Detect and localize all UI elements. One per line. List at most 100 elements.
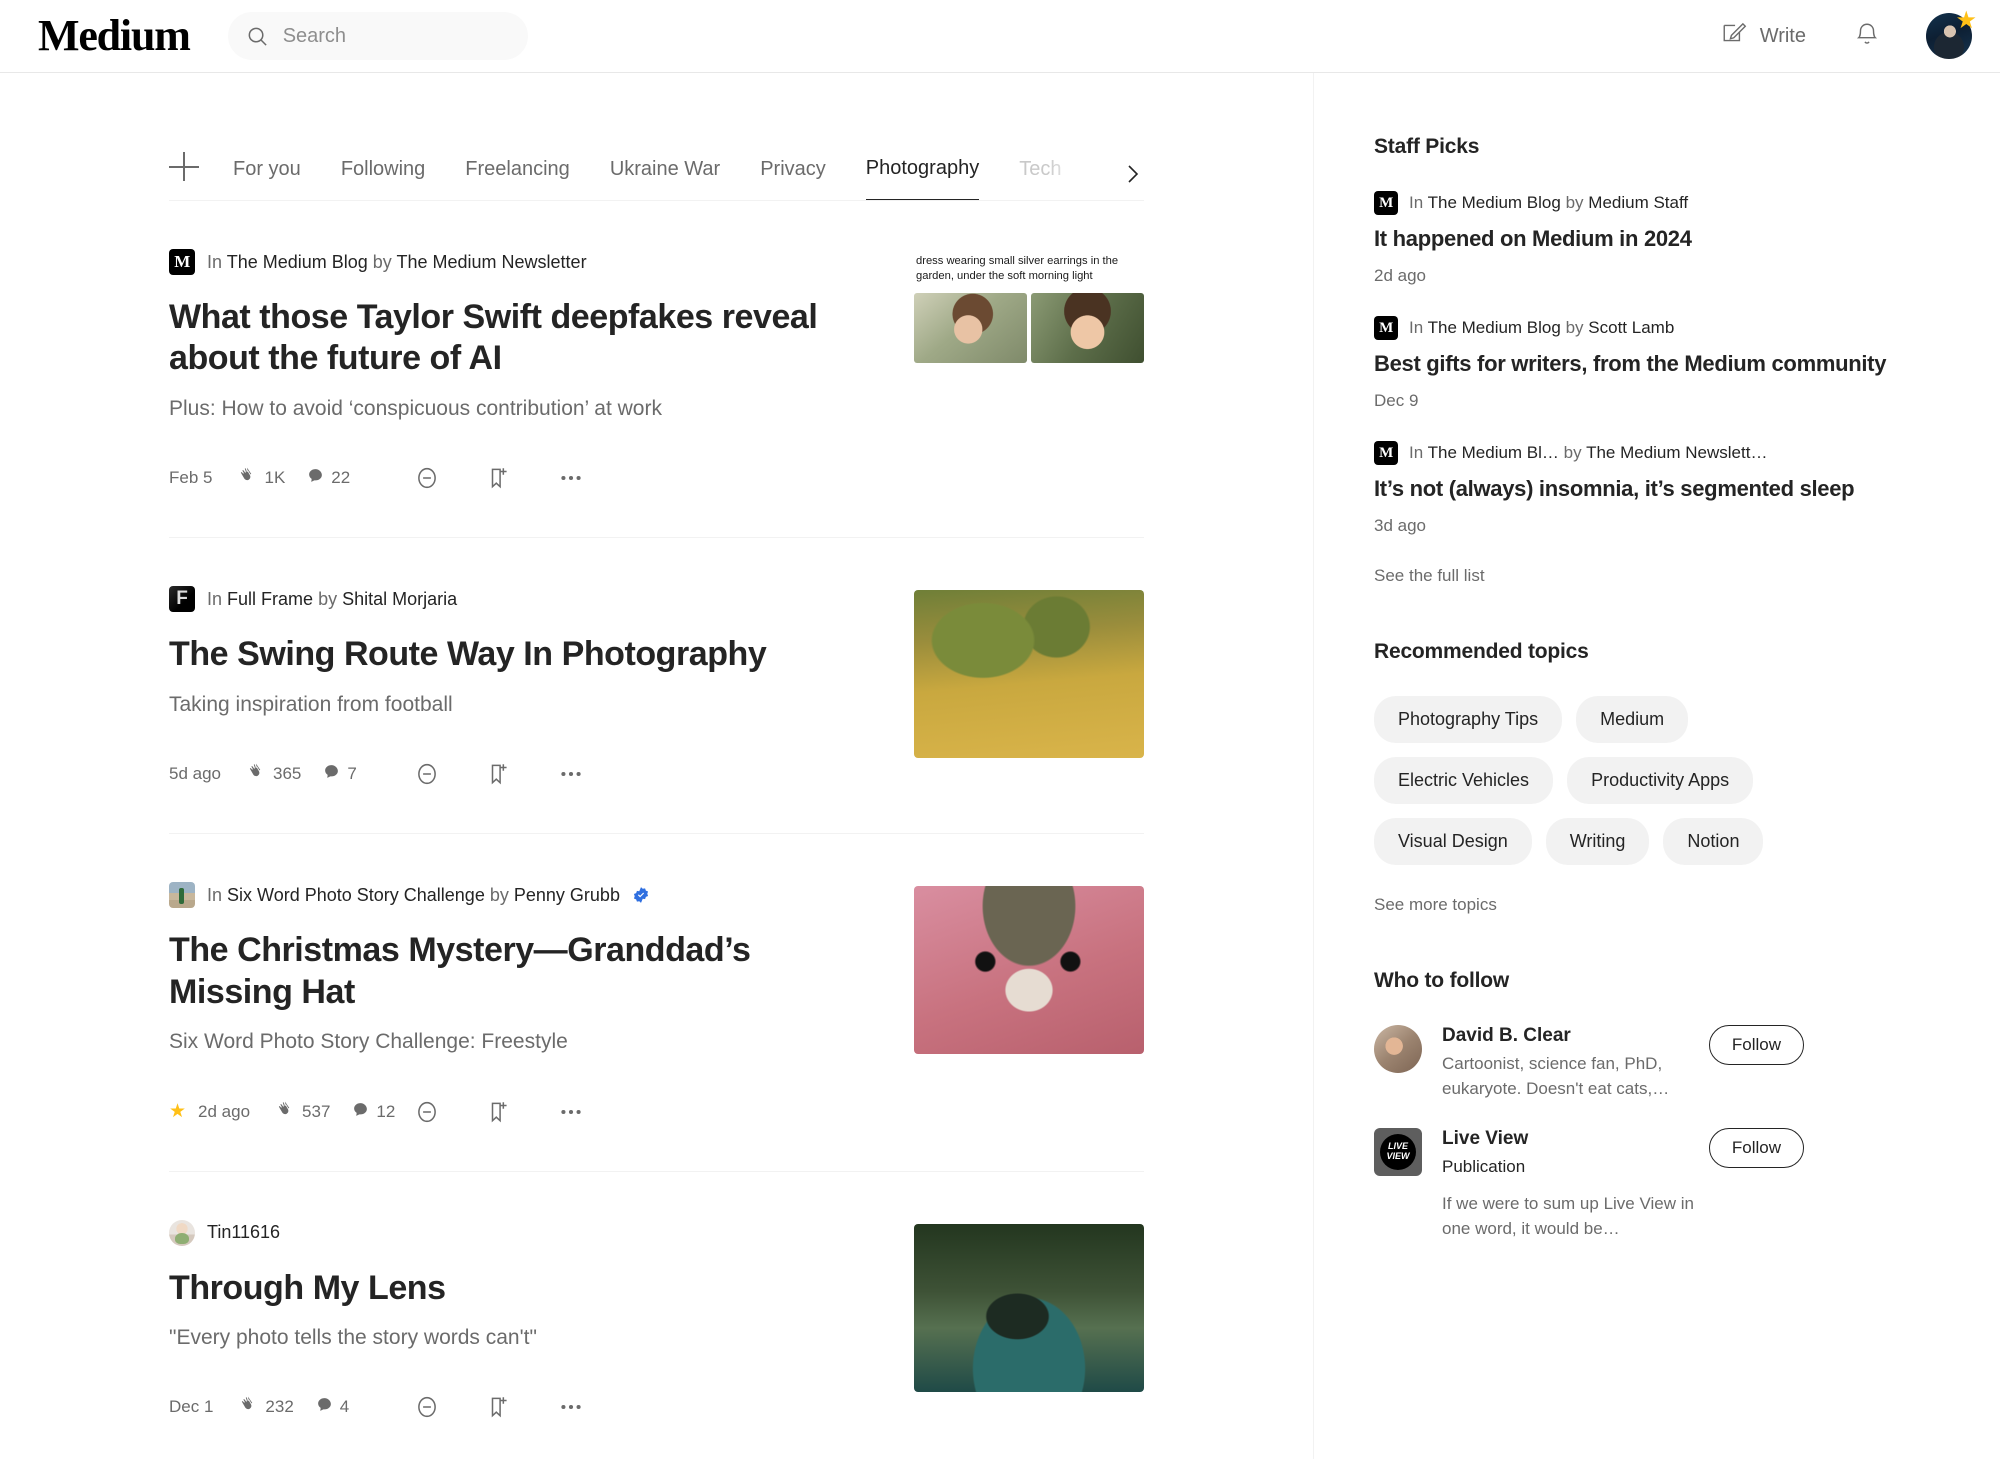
staff-pick-item[interactable]: M In The Medium Blog by Scott Lamb Best … [1374, 316, 2000, 411]
publication-avatar-icon: M [1374, 316, 1398, 340]
story-meta-left: Dec 1 232 [169, 1395, 363, 1419]
story-byline[interactable]: M In The Medium Blog by The Medium Newsl… [169, 249, 874, 275]
follow-name[interactable]: Live View [1442, 1128, 1695, 1150]
story-thumbnail[interactable] [914, 886, 1144, 1054]
story-thumbnail[interactable] [914, 1224, 1144, 1392]
comment-icon [307, 467, 324, 489]
byline-author[interactable]: Penny Grubb [514, 885, 620, 905]
see-full-list-link[interactable]: See the full list [1374, 566, 1485, 586]
story-title[interactable]: Through My Lens [169, 1268, 874, 1309]
byline-in: In [1409, 318, 1423, 337]
tab-tech[interactable]: Tech [1019, 158, 1061, 200]
save-bookmark-icon[interactable] [486, 465, 512, 491]
topic-chip[interactable]: Writing [1546, 818, 1650, 865]
topic-chip[interactable]: Photography Tips [1374, 696, 1562, 743]
mute-story-icon[interactable] [414, 465, 440, 491]
story-card[interactable]: In Six Word Photo Story Challenge by Pen… [169, 834, 1144, 1171]
staff-pick-item[interactable]: M In The Medium Bl… by The Medium Newsle… [1374, 441, 2000, 536]
byline-publication[interactable]: The Medium Blog [227, 252, 368, 272]
notifications-button[interactable] [1854, 21, 1880, 52]
staff-pick-title[interactable]: It happened on Medium in 2024 [1374, 225, 2000, 253]
story-meta: Dec 1 232 [169, 1394, 874, 1459]
publication-avatar-icon[interactable]: LIVEVIEW [1374, 1128, 1422, 1176]
chevron-right-icon[interactable] [1120, 162, 1144, 186]
save-bookmark-icon[interactable] [486, 761, 512, 787]
comments-stat: 7 [323, 763, 356, 785]
follow-button[interactable]: Follow [1709, 1128, 1804, 1168]
byline-author[interactable]: Tin11616 [207, 1222, 280, 1242]
staff-pick-byline: M In The Medium Blog by Scott Lamb [1374, 316, 2000, 340]
user-avatar[interactable] [1374, 1025, 1422, 1073]
more-options-icon[interactable] [558, 465, 584, 491]
follow-button[interactable]: Follow [1709, 1025, 1804, 1065]
story-title[interactable]: The Swing Route Way In Photography [169, 634, 874, 675]
tab-privacy[interactable]: Privacy [760, 158, 826, 200]
more-options-icon[interactable] [558, 1394, 584, 1420]
save-bookmark-icon[interactable] [486, 1099, 512, 1125]
more-options-icon[interactable] [558, 761, 584, 787]
tab-following[interactable]: Following [341, 158, 425, 200]
byline-publication[interactable]: The Medium Blog [1428, 193, 1561, 212]
write-button[interactable]: Write [1721, 20, 1806, 52]
author-avatar-icon [169, 1220, 195, 1246]
claps-count: 537 [302, 1102, 330, 1122]
story-card[interactable]: M In The Medium Blog by The Medium Newsl… [169, 201, 1144, 538]
save-bookmark-icon[interactable] [486, 1394, 512, 1420]
story-card[interactable]: Tin11616 Through My Lens "Every photo te… [169, 1172, 1144, 1459]
section-spacer [1374, 915, 2000, 969]
byline-by: by [373, 252, 392, 272]
user-avatar[interactable]: ★ [1926, 13, 1972, 59]
byline-author[interactable]: The Medium Newslett… [1586, 443, 1767, 462]
story-subtitle: Plus: How to avoid ‘conspicuous contribu… [169, 394, 874, 423]
byline-author[interactable]: Scott Lamb [1588, 318, 1674, 337]
story-title[interactable]: What those Taylor Swift deepfakes reveal… [169, 297, 874, 380]
byline-author[interactable]: The Medium Newsletter [397, 252, 587, 272]
staff-pick-item[interactable]: M In The Medium Blog by Medium Staff It … [1374, 191, 2000, 286]
search-input[interactable] [283, 25, 503, 48]
follow-name[interactable]: David B. Clear [1442, 1025, 1695, 1047]
topic-chip[interactable]: Medium [1576, 696, 1688, 743]
staff-pick-title[interactable]: It’s not (always) insomnia, it’s segment… [1374, 475, 2000, 503]
see-more-topics-link[interactable]: See more topics [1374, 895, 1497, 915]
more-options-icon[interactable] [558, 1099, 584, 1125]
story-byline[interactable]: In Full Frame by Shital Morjaria [169, 586, 874, 612]
follow-suggestion[interactable]: David B. Clear Cartoonist, science fan, … [1374, 1025, 1804, 1101]
byline-publication[interactable]: Full Frame [227, 589, 313, 609]
topic-chip[interactable]: Notion [1663, 818, 1763, 865]
story-title[interactable]: The Christmas Mystery—Granddad’s Missing… [169, 930, 874, 1013]
story-thumbnail[interactable]: dress wearing small silver earrings in t… [914, 253, 1144, 385]
tab-freelancing[interactable]: Freelancing [465, 158, 570, 200]
story-byline[interactable]: Tin11616 [169, 1220, 874, 1246]
story-content: In Full Frame by Shital Morjaria The Swi… [169, 586, 914, 833]
claps-stat: 1K [238, 466, 285, 490]
byline-text: In The Medium Blog by The Medium Newslet… [207, 252, 587, 273]
byline-author[interactable]: Medium Staff [1588, 193, 1688, 212]
medium-logo[interactable]: Medium [38, 14, 190, 58]
tab-ukraine-war[interactable]: Ukraine War [610, 158, 720, 200]
tab-for-you[interactable]: For you [233, 158, 301, 200]
topic-chip[interactable]: Visual Design [1374, 818, 1532, 865]
follow-subtitle: Publication [1442, 1155, 1695, 1180]
mute-story-icon[interactable] [414, 1394, 440, 1420]
staff-pick-title[interactable]: Best gifts for writers, from the Medium … [1374, 350, 2000, 378]
section-spacer [1374, 586, 2000, 640]
byline-publication[interactable]: Six Word Photo Story Challenge [227, 885, 485, 905]
byline-publication[interactable]: The Medium Bl… [1428, 443, 1559, 462]
search-box[interactable] [228, 12, 528, 60]
topic-chip[interactable]: Productivity Apps [1567, 757, 1753, 804]
story-byline[interactable]: In Six Word Photo Story Challenge by Pen… [169, 882, 874, 908]
story-thumbnail[interactable] [914, 590, 1144, 758]
topic-chip[interactable]: Electric Vehicles [1374, 757, 1553, 804]
story-list: M In The Medium Blog by The Medium Newsl… [169, 201, 1144, 1459]
follow-suggestion[interactable]: LIVEVIEW Live View Publication If we wer… [1374, 1128, 1804, 1242]
byline-author[interactable]: Shital Morjaria [342, 589, 457, 609]
add-topic-button[interactable] [169, 150, 203, 184]
staff-pick-byline: M In The Medium Bl… by The Medium Newsle… [1374, 441, 2000, 465]
mute-story-icon[interactable] [414, 1099, 440, 1125]
mute-story-icon[interactable] [414, 761, 440, 787]
staff-pick-date: Dec 9 [1374, 391, 2000, 411]
tab-photography[interactable]: Photography [866, 157, 979, 200]
clap-icon [247, 762, 266, 786]
story-card[interactable]: In Full Frame by Shital Morjaria The Swi… [169, 538, 1144, 834]
byline-publication[interactable]: The Medium Blog [1428, 318, 1561, 337]
